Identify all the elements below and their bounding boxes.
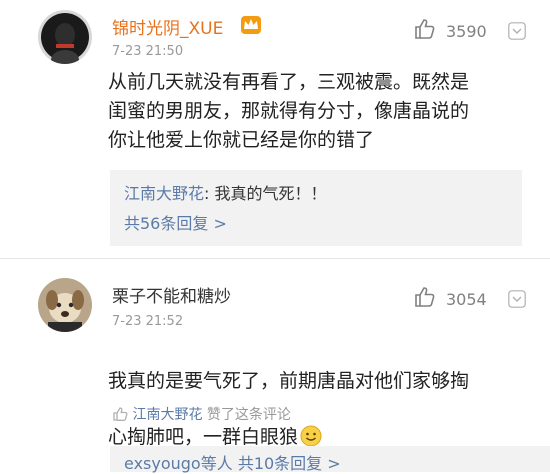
reply-count: 共10条回复 bbox=[237, 454, 323, 473]
crown-badge-icon bbox=[240, 15, 262, 35]
chevron-right-icon: > bbox=[213, 214, 227, 233]
reply-box[interactable]: 江南大野花: 我真的气死！！ 共56条回复 > bbox=[110, 170, 522, 246]
heart-outline-icon bbox=[112, 406, 128, 426]
comment-time: 7-23 21:50 bbox=[112, 44, 184, 59]
comment-card: 锦时光阴_XUE 7-23 21:50 3590 从前几天就没有再看了，三观被震… bbox=[0, 0, 550, 258]
reply-count-link[interactable]: 共56条回复 > bbox=[124, 210, 227, 234]
like-button[interactable]: 3054 bbox=[414, 286, 487, 312]
avatar[interactable] bbox=[38, 10, 92, 64]
comment-time: 7-23 21:52 bbox=[112, 314, 184, 329]
like-count: 3590 bbox=[446, 21, 487, 41]
liked-by-row: 江南大野花 赞了这条评论 bbox=[112, 404, 291, 426]
liked-by-text: 赞了这条评论 bbox=[206, 407, 291, 423]
reply-separator: : bbox=[204, 184, 210, 203]
reply-user[interactable]: 江南大野花 bbox=[124, 184, 204, 203]
username[interactable]: 栗子不能和糖炒 bbox=[112, 282, 231, 307]
comment-text: 从前几天就没有再看了，三观被震。既然是 闺蜜的男朋友，那就得有分寸，像唐晶说的 … bbox=[108, 71, 470, 151]
avatar[interactable] bbox=[38, 278, 92, 332]
like-count: 3054 bbox=[446, 289, 487, 309]
comment-card: 栗子不能和糖炒 7-23 21:52 3054 我真的是要气死了，前期唐晶对他们… bbox=[0, 258, 550, 472]
liked-by-user[interactable]: 江南大野花 bbox=[132, 407, 202, 423]
reply-text: 我真的气死！！ bbox=[214, 184, 327, 203]
chevron-right-icon: > bbox=[327, 454, 341, 473]
username[interactable]: 锦时光阴_XUE bbox=[112, 14, 223, 39]
reply-preview[interactable]: 江南大野花: 我真的气死！！ bbox=[124, 180, 327, 204]
chevron-down-icon[interactable] bbox=[508, 290, 526, 312]
comment-text: 我真的是要气死了，前期唐晶对他们家够掏 心掏肺吧，一群白眼狼 bbox=[108, 338, 538, 456]
reply-preview-bar[interactable]: exsyougo等人 共10条回复 > bbox=[110, 446, 550, 474]
thumbs-up-icon bbox=[414, 18, 436, 44]
reply-users[interactable]: exsyougo等人 bbox=[124, 454, 233, 473]
reply-count: 共56条回复 bbox=[124, 214, 209, 233]
like-button[interactable]: 3590 bbox=[414, 18, 487, 44]
reply-summary[interactable]: exsyougo等人 共10条回复 > bbox=[124, 450, 341, 474]
thumbs-up-icon bbox=[414, 286, 436, 312]
chevron-down-icon[interactable] bbox=[508, 22, 526, 44]
